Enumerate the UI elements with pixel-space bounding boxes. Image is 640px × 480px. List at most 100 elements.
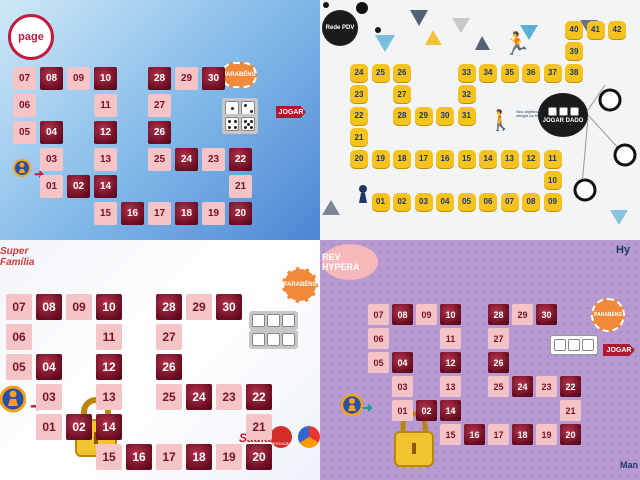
board-tile: 12 — [94, 121, 117, 144]
objective-hint: Seu objetivo é chegar ao final — [516, 109, 543, 119]
board-tile: 12 — [96, 354, 122, 380]
board-tile: 15 — [440, 424, 461, 445]
board-tile: 30 — [436, 106, 454, 125]
board-tile: 16 — [121, 202, 144, 225]
board-tile: 18 — [393, 149, 411, 168]
board-tile: 04 — [36, 354, 62, 380]
board-tile: 11 — [440, 328, 461, 349]
board-tile: 10 — [96, 294, 122, 320]
board-tile: 19 — [202, 202, 225, 225]
board-tile: 27 — [393, 85, 411, 103]
board-tile: 27 — [156, 324, 182, 350]
board-tile: 15 — [94, 202, 117, 225]
board-tile: 03 — [40, 148, 63, 171]
board-tile: 18 — [186, 444, 212, 470]
board-tile: 09 — [66, 294, 92, 320]
board-tile: 05 — [368, 352, 389, 373]
board-tile: 16 — [464, 424, 485, 445]
board-tile: 07 — [13, 67, 36, 90]
board-tile: 01 — [371, 192, 390, 211]
board-tile: 10 — [440, 304, 461, 325]
board-tile: 28 — [148, 67, 171, 90]
board-tile: 30 — [536, 304, 557, 325]
board-tile: 29 — [186, 294, 212, 320]
runner-figure-icon: 🏃 — [503, 31, 531, 56]
board-tile: 01 — [392, 400, 413, 421]
board-tile: 06 — [6, 324, 32, 350]
player-pawn-icon — [0, 385, 27, 420]
rev-hypera-logo: REV HYPERA — [322, 244, 378, 280]
board-tile: 16 — [126, 444, 152, 470]
board-tile: 06 — [368, 328, 389, 349]
board-tile: 14 — [440, 400, 461, 421]
board-tile: 28 — [488, 304, 509, 325]
board-tile: 26 — [393, 63, 411, 82]
board-tile: 09 — [67, 67, 90, 90]
board-tile: 24 — [350, 63, 368, 82]
board-tile: 18 — [175, 202, 198, 225]
board-tile: 24 — [512, 376, 533, 397]
board-tile: 04 — [392, 352, 413, 373]
board-tile: 29 — [512, 304, 533, 325]
board-tile: 13 — [440, 376, 461, 397]
board-tile: 02 — [66, 414, 92, 440]
board-tile: 25 — [488, 376, 509, 397]
board-tile: 39 — [565, 42, 583, 60]
board-tile: 10 — [94, 67, 117, 90]
board-tile: 30 — [216, 294, 242, 320]
board-tile: 12 — [440, 352, 461, 373]
board-tile: 03 — [414, 192, 433, 211]
rede-pdv-logo: Rede PDV — [322, 10, 358, 46]
board-panel-page: page PARABÉNS JOGAR ➜ 01 02 03 04 05 06 07 08 09… — [0, 0, 320, 240]
board-tile: 26 — [148, 121, 171, 144]
board-tile: 07 — [500, 192, 519, 211]
board-tile: 22 — [350, 106, 368, 125]
board-tile: 22 — [246, 384, 272, 410]
board-tile: 21 — [246, 414, 272, 440]
dice-panel — [550, 335, 598, 355]
victory-badge: PARABÉNS — [282, 267, 318, 303]
board-tile: 16 — [436, 149, 454, 168]
board-tile: 31 — [457, 106, 476, 125]
board-tile: 27 — [488, 328, 509, 349]
board-tile: 14 — [94, 175, 117, 198]
board-tile: 22 — [560, 376, 581, 397]
board-tile: 21 — [560, 400, 581, 421]
board-tile: 24 — [175, 148, 198, 171]
brand-top: Hy — [616, 244, 631, 256]
board-tile: 30 — [202, 67, 225, 90]
board-tile: 03 — [36, 384, 62, 410]
board-tile: 10 — [543, 171, 562, 189]
board-tile: 09 — [416, 304, 437, 325]
board-tile: 23 — [216, 384, 242, 410]
board-tile: 03 — [392, 376, 413, 397]
board-tile: 04 — [436, 192, 454, 211]
board-tile: 25 — [148, 148, 171, 171]
roll-button[interactable]: JOGAR — [276, 106, 306, 118]
board-tile: 14 — [479, 149, 497, 168]
board-tile: 17 — [148, 202, 171, 225]
board-tile: 04 — [40, 121, 63, 144]
board-tile: 08 — [36, 294, 62, 320]
start-arrow-icon: ➜ — [362, 400, 373, 415]
player-pawn-icon — [13, 159, 31, 186]
board-tile: 38 — [565, 63, 583, 82]
player-pawn-icon — [340, 393, 364, 424]
board-tile: 15 — [457, 149, 476, 168]
board-tile: 23 — [350, 85, 368, 103]
roll-button[interactable]: JOGAR — [603, 344, 635, 356]
dice-panel-row2 — [249, 330, 298, 349]
walker-figure-icon: 🚶 — [488, 110, 513, 132]
board-tile: 11 — [96, 324, 122, 350]
board-tile: 21 — [229, 175, 252, 198]
page-logo: page — [8, 14, 54, 60]
board-tile: 28 — [393, 106, 411, 125]
board-tile: 08 — [522, 192, 540, 211]
super-familia-logo: Super Família — [0, 246, 35, 268]
brand-bottom: Man — [620, 460, 638, 470]
board-tile: 35 — [500, 63, 519, 82]
board-tile: 01 — [40, 175, 63, 198]
board-tile: 17 — [156, 444, 182, 470]
board-tile: 02 — [67, 175, 90, 198]
board-tile: 01 — [36, 414, 62, 440]
